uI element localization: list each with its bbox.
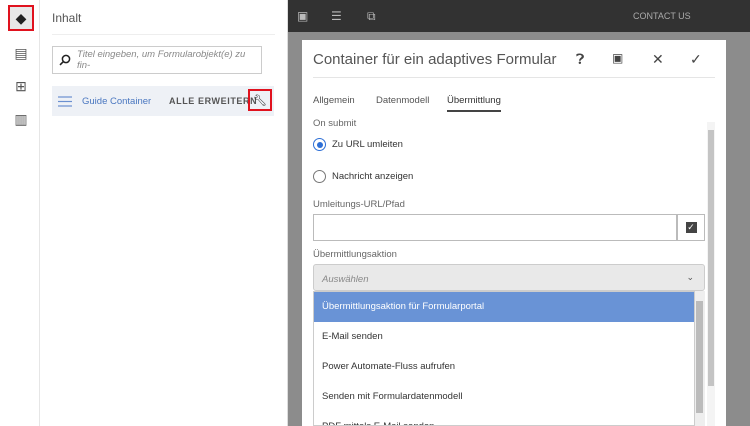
select-placeholder: Auswählen — [322, 274, 369, 285]
option-power-automate[interactable]: Power Automate-Fluss aufrufen — [314, 352, 694, 382]
path-browse-button[interactable]: ✓ — [677, 214, 705, 241]
chevron-down-icon: ⌄ — [686, 272, 694, 282]
expand-all-button[interactable]: ALLE ERWEITERN — [169, 96, 257, 106]
on-submit-label: On submit — [313, 118, 357, 129]
fullscreen-icon[interactable]: ▣ — [612, 51, 623, 65]
side-panel-toggle-icon[interactable]: ▣ — [297, 9, 308, 23]
container-dialog: Container für ein adaptives Formular ❓︎ … — [302, 40, 726, 426]
content-tree-icon[interactable]: ▥ — [8, 106, 34, 132]
url-label: Umleitungs-URL/Pfad — [313, 199, 405, 210]
close-icon[interactable]: ✕ — [652, 51, 664, 68]
radio-redirect-url[interactable]: Zu URL umleiten — [313, 138, 403, 151]
radio-selected-icon — [313, 138, 326, 151]
redirect-url-input[interactable] — [313, 214, 677, 241]
confirm-check-icon[interactable]: ✓ — [690, 51, 702, 68]
help-icon[interactable]: ❓︎ — [576, 51, 584, 68]
option-pdf-email[interactable]: PDF mittels E-Mail senden — [314, 412, 694, 425]
search-icon — [59, 54, 71, 66]
search-placeholder: Titel eingeben, um Formularobjekt(e) zu … — [76, 49, 246, 71]
submit-action-label: Übermittlungsaktion — [313, 249, 397, 260]
option-form-data-model[interactable]: Senden mit Formulardatenmodell — [314, 382, 694, 412]
panel-title: Inhalt — [52, 11, 82, 25]
dialog-title: Container für ein adaptives Formular — [313, 51, 557, 68]
tree-item-guide-container[interactable]: Guide Container ALLE ERWEITERN 🔧︎ — [52, 86, 274, 116]
checkbox-icon: ✓ — [685, 222, 697, 233]
wrench-icon[interactable]: 🔧︎ — [248, 89, 272, 111]
contact-us-link[interactable]: CONTACT US — [633, 11, 691, 21]
tab-uebermittlung[interactable]: Übermittlung — [447, 95, 501, 112]
divider — [52, 34, 275, 35]
search-input[interactable]: Titel eingeben, um Formularobjekt(e) zu … — [52, 46, 262, 74]
components-icon[interactable]: ⊞ — [8, 73, 34, 99]
submit-action-select[interactable]: Auswählen ⌄ — [313, 264, 705, 291]
tab-datenmodell[interactable]: Datenmodell — [376, 95, 429, 106]
hamburger-icon — [58, 95, 72, 107]
assets-icon[interactable]: ▤ — [8, 40, 34, 66]
content-panel: Inhalt Titel eingeben, um Formularobjekt… — [40, 0, 288, 426]
radio-label: Nachricht anzeigen — [332, 171, 414, 182]
radio-label: Zu URL umleiten — [332, 139, 403, 150]
properties-icon[interactable]: ☰ — [331, 9, 342, 23]
tree-item-label: Guide Container — [82, 95, 152, 107]
submit-action-dropdown: Übermittlungsaktion für Formularportal E… — [313, 291, 695, 426]
tab-allgemein[interactable]: Allgemein — [313, 95, 355, 106]
scroll-thumb[interactable] — [708, 130, 714, 386]
top-toolbar: ▣ ☰ ⧉ CONTACT US — [288, 0, 750, 32]
scroll-thumb[interactable] — [696, 301, 703, 413]
radio-show-message[interactable]: Nachricht anzeigen — [313, 170, 413, 183]
dialog-scrollbar[interactable] — [707, 122, 715, 426]
dropdown-scrollbar[interactable] — [695, 291, 705, 426]
left-rail: ◆ ▤ ⊞ ▥ — [0, 0, 40, 426]
radio-icon — [313, 170, 326, 183]
layers-icon[interactable]: ◆ — [8, 5, 34, 31]
option-forms-portal[interactable]: Übermittlungsaktion für Formularportal — [314, 292, 694, 322]
divider — [313, 77, 715, 78]
option-send-email[interactable]: E-Mail senden — [314, 322, 694, 352]
emulator-icon[interactable]: ⧉ — [367, 9, 376, 24]
